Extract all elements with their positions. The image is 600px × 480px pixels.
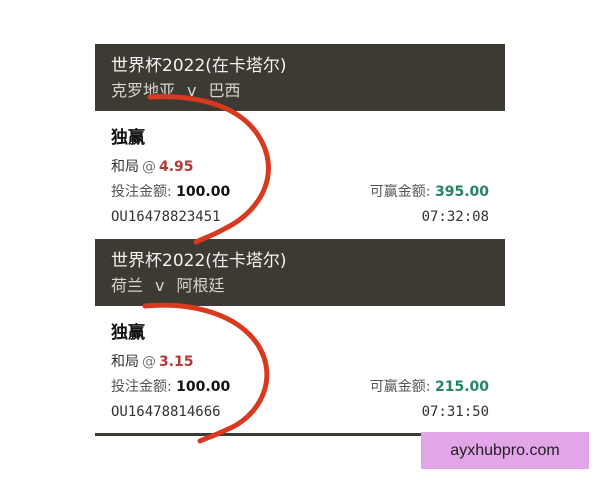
stake-label: 投注金额: (111, 184, 172, 200)
odds-value: 3.15 (159, 354, 194, 370)
matchup: 克罗地亚 v 巴西 (111, 81, 489, 100)
bet-card-body: 独赢 和局 @4.95 投注金额: 100.00 可赢金额: 395.00 OU1… (95, 111, 505, 235)
away-team: 巴西 (208, 81, 241, 100)
selection-line: 和局 @4.95 (111, 156, 194, 176)
bet-type: 独赢 (111, 323, 145, 343)
at-symbol: @ (142, 159, 156, 175)
payout-value: 215.00 (434, 379, 489, 395)
bet-card[interactable]: 世界杯2022(在卡塔尔) 克罗地亚 v 巴西 独赢 和局 @4.95 投注金额: 1… (95, 44, 505, 235)
bet-card-header: 世界杯2022(在卡塔尔) 克罗地亚 v 巴西 (95, 44, 505, 111)
payout-line: 可赢金额: 395.00 (370, 181, 489, 201)
at-symbol: @ (142, 354, 156, 370)
payout-value: 395.00 (434, 184, 489, 200)
stake-line: 投注金额: 100.00 (111, 181, 230, 201)
versus-label: v (155, 276, 165, 295)
bet-history-screen: 世界杯2022(在卡塔尔) 克罗地亚 v 巴西 独赢 和局 @4.95 投注金额: 1… (0, 0, 600, 480)
stake-value: 100.00 (176, 379, 231, 395)
event-title: 世界杯2022(在卡塔尔) (111, 251, 287, 271)
bet-time: 07:32:08 (421, 209, 489, 225)
matchup: 荷兰 v 阿根廷 (111, 276, 489, 295)
home-team: 克罗地亚 (111, 81, 176, 100)
selection-name: 和局 (111, 159, 139, 175)
event-title: 世界杯2022(在卡塔尔) (111, 56, 287, 76)
bet-time: 07:31:50 (421, 404, 489, 420)
payout-label: 可赢金额: (369, 379, 431, 395)
bet-card[interactable]: 世界杯2022(在卡塔尔) 荷兰 v 阿根廷 独赢 和局 @3.15 投注金额: 10… (95, 239, 505, 430)
selection-line: 和局 @3.15 (111, 351, 194, 371)
bet-type: 独赢 (111, 128, 145, 148)
payout-label: 可赢金额: (369, 184, 431, 200)
home-team: 荷兰 (111, 276, 144, 295)
stake-line: 投注金额: 100.00 (111, 376, 230, 396)
bet-card-header: 世界杯2022(在卡塔尔) 荷兰 v 阿根廷 (95, 239, 505, 306)
selection-name: 和局 (111, 354, 139, 370)
bet-reference: OU16478814666 (111, 404, 221, 420)
bet-reference: OU16478823451 (111, 209, 221, 225)
stake-label: 投注金额: (111, 379, 172, 395)
odds-value: 4.95 (159, 159, 194, 175)
watermark-label: ayxhubpro.com (421, 432, 589, 469)
away-team: 阿根廷 (176, 276, 225, 295)
versus-label: v (187, 81, 197, 100)
bet-card-body: 独赢 和局 @3.15 投注金额: 100.00 可赢金额: 215.00 OU1… (95, 306, 505, 430)
stake-value: 100.00 (176, 184, 231, 200)
payout-line: 可赢金额: 215.00 (370, 376, 489, 396)
